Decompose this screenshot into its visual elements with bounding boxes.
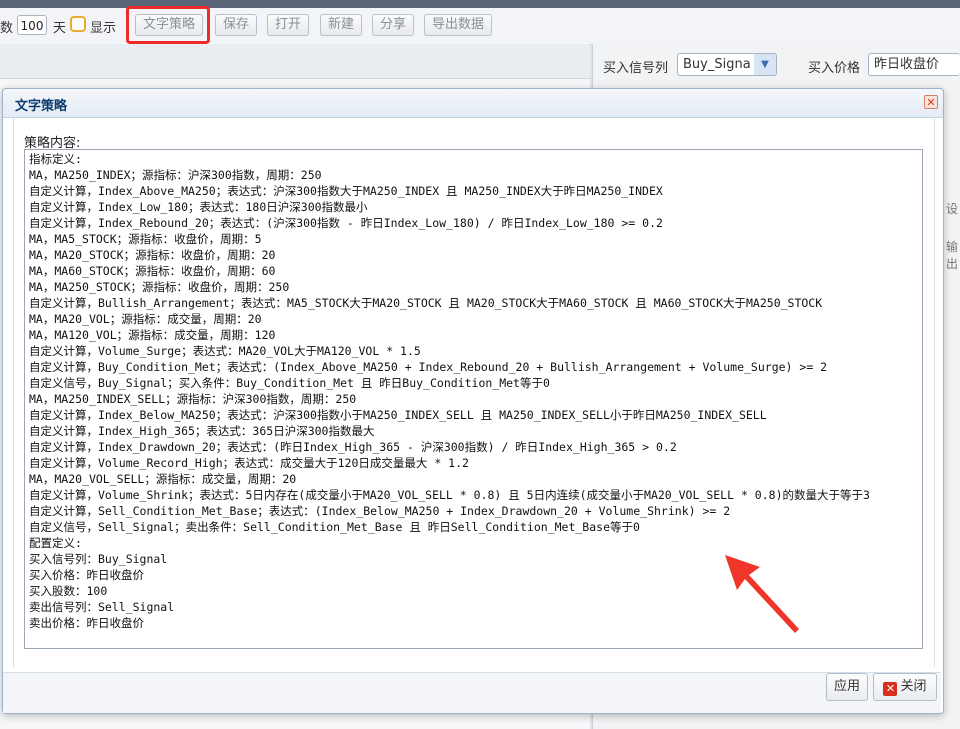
share-button[interactable]: 分享 [372,14,415,36]
strategy-line: 自定义计算，Sell_Condition_Met_Base；表达式：(Index… [29,504,731,518]
strategy-line: 自定义计算，Index_Below_MA250；表达式：沪深300指数小于MA2… [29,408,767,422]
chevron-down-icon: ▼ [754,54,776,75]
strategy-line: 自定义计算，Volume_Record_High；表达式：成交量大于120日成交… [29,456,469,470]
strategy-line: MA，MA5_STOCK；源指标：收盘价，周期：5 [29,232,262,246]
dialog-footer [3,672,941,713]
strategy-line: 自定义计算，Bullish_Arrangement；表达式：MA5_STOCK大… [29,296,823,310]
strategy-line: MA，MA250_INDEX；源指标：沪深300指数，周期：250 [29,168,322,182]
arrow-annotation [725,555,799,633]
strategy-line: 自定义信号，Sell_Signal；卖出条件：Sell_Condition_Me… [29,520,640,534]
strategy-line: 自定义计算，Index_High_365；表达式：365日沪深300指数最大 [29,424,375,438]
days-input[interactable]: 100 [17,15,47,35]
export-data-button[interactable]: 导出数据 [424,14,493,36]
strategy-line: 自定义信号，Buy_Signal；买入条件：Buy_Condition_Met … [29,376,550,390]
strategy-line: 自定义计算，Volume_Surge；表达式：MA20_VOL大于MA120_V… [29,344,421,358]
edge-setting-text: 设 [946,202,959,216]
close-icon[interactable]: ✕ [924,95,938,109]
strategy-line: 自定义计算，Buy_Condition_Met；表达式：(Index_Above… [29,360,828,374]
strategy-line: MA，MA250_STOCK；源指标：收盘价，周期：250 [29,280,290,294]
strategy-line: 自定义计算，Index_Rebound_20；表达式：(沪深300指数 - 昨日… [29,216,663,230]
buy-signal-value: Buy_Signa [683,57,751,72]
buy-signal-label: 买入信号列 [603,61,669,76]
strategy-line: 自定义计算，Index_Above_MA250；表达式：沪深300指数大于MA2… [29,184,663,198]
dialog-header: 文字策略 ✕ [3,89,943,118]
buy-signal-select[interactable]: Buy_Signa ▼ [677,53,777,76]
buy-price-label: 买入价格 [808,61,861,76]
dialog-title: 文字策略 [15,99,68,114]
apply-button[interactable]: 应用 [826,673,868,701]
close-icon: ✕ [883,682,898,696]
highlight-annotation [126,6,210,44]
save-button[interactable]: 保存 [215,14,258,36]
strategy-line: 自定义计算，Index_Drawdown_20；表达式：(昨日Index_Hig… [29,440,677,454]
strategy-line: 指标定义: [29,152,82,166]
buy-price-value: 昨日收盘价 [874,57,940,72]
strategy-line: 自定义计算，Index_Low_180；表达式：180日沪深300指数最小 [29,200,368,214]
strategy-line: MA，MA120_VOL；源指标：成交量，周期：120 [29,328,276,342]
buy-price-select[interactable]: 昨日收盘价 [868,53,960,76]
new-button[interactable]: 新建 [320,14,363,36]
days-unit-label: 天 [53,21,67,36]
show-checkbox[interactable] [70,16,86,32]
strategy-line: MA，MA20_VOL；源指标：成交量，周期：20 [29,312,262,326]
strategy-line: MA，MA250_INDEX_SELL；源指标：沪深300指数，周期：250 [29,392,357,406]
strategy-line: MA，MA20_STOCK；源指标：收盘价，周期：20 [29,248,276,262]
main-panel-header [0,44,590,79]
strategy-line: MA，MA60_STOCK；源指标：收盘价，周期：60 [29,264,276,278]
edge-output-text: 输出 [946,240,959,271]
close-button[interactable]: ✕ 关闭 [873,673,937,701]
close-button-label: 关闭 [900,679,927,694]
params-prefix-label: 数 [0,21,14,36]
strategy-line: 自定义计算，Volume_Shrink；表达式：5日内存在(成交量小于MA20_… [29,488,870,502]
strategy-line: MA，MA20_VOL_SELL；源指标：成交量，周期：20 [29,472,297,486]
show-label: 显示 [90,21,117,36]
open-button[interactable]: 打开 [267,14,310,36]
